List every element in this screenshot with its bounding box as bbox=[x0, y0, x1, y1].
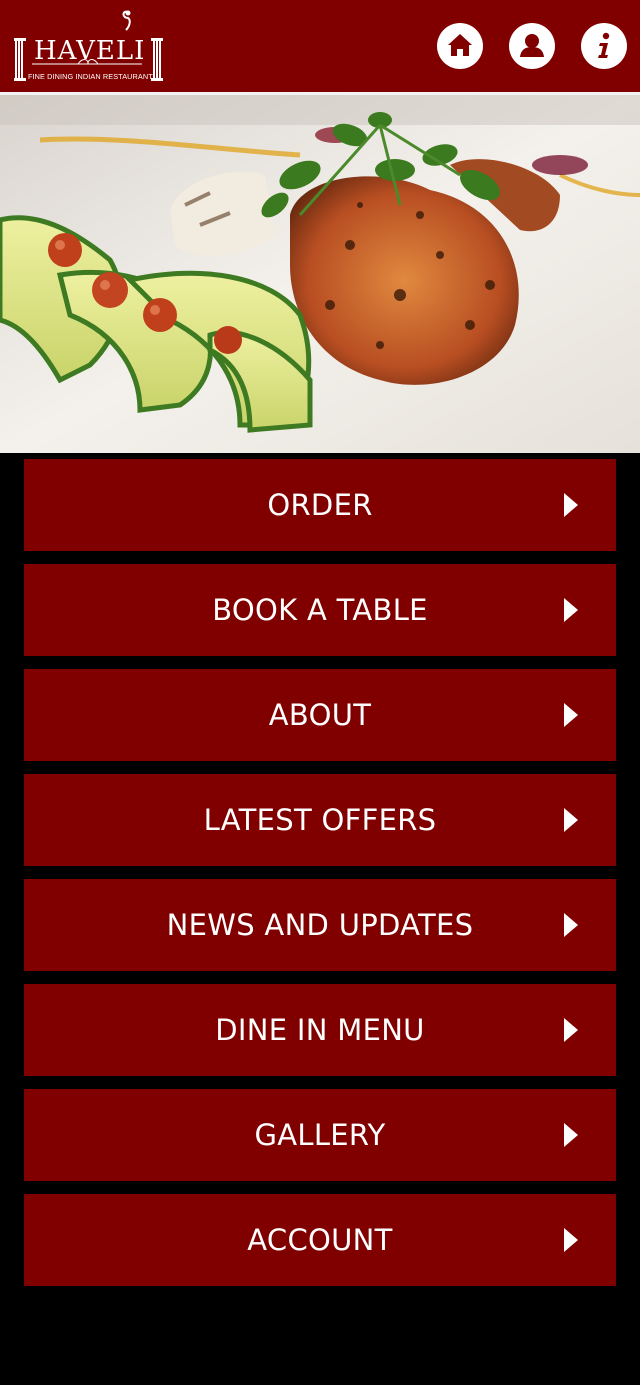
menu-item-news-and-updates[interactable]: NEWS AND UPDATES bbox=[24, 879, 616, 971]
chevron-right-icon bbox=[564, 493, 578, 517]
chevron-right-icon bbox=[564, 913, 578, 937]
hero-food-image bbox=[0, 95, 640, 453]
chevron-right-icon bbox=[564, 1018, 578, 1042]
chevron-right-icon bbox=[564, 1123, 578, 1147]
main-menu: ORDER BOOK A TABLE ABOUT LATEST OFFERS N… bbox=[24, 459, 616, 1299]
menu-item-account[interactable]: ACCOUNT bbox=[24, 1194, 616, 1286]
menu-item-label: GALLERY bbox=[254, 1118, 386, 1152]
menu-item-latest-offers[interactable]: LATEST OFFERS bbox=[24, 774, 616, 866]
info-icon[interactable] bbox=[581, 23, 627, 69]
menu-item-dine-in-menu[interactable]: DINE IN MENU bbox=[24, 984, 616, 1076]
chevron-right-icon bbox=[564, 808, 578, 832]
logo-tagline: FINE DINING INDIAN RESTAURANT bbox=[28, 72, 153, 81]
menu-item-book-a-table[interactable]: BOOK A TABLE bbox=[24, 564, 616, 656]
haveli-logo[interactable]: HAVELI FINE DINING INDIAN RESTAURANT bbox=[12, 8, 166, 84]
home-icon[interactable] bbox=[437, 23, 483, 69]
chevron-right-icon bbox=[564, 1228, 578, 1252]
chevron-right-icon bbox=[564, 703, 578, 727]
menu-item-label: ABOUT bbox=[268, 698, 372, 732]
menu-item-label: ORDER bbox=[267, 488, 373, 522]
menu-item-about[interactable]: ABOUT bbox=[24, 669, 616, 761]
chevron-right-icon bbox=[564, 598, 578, 622]
menu-item-label: NEWS AND UPDATES bbox=[166, 908, 474, 942]
menu-item-label: DINE IN MENU bbox=[215, 1013, 425, 1047]
menu-item-label: BOOK A TABLE bbox=[212, 593, 428, 627]
menu-item-label: LATEST OFFERS bbox=[203, 803, 437, 837]
menu-item-order[interactable]: ORDER bbox=[24, 459, 616, 551]
user-icon[interactable] bbox=[509, 23, 555, 69]
menu-item-label: ACCOUNT bbox=[247, 1223, 393, 1257]
menu-item-gallery[interactable]: GALLERY bbox=[24, 1089, 616, 1181]
logo-wordmark: HAVELI bbox=[34, 36, 146, 66]
app-header: HAVELI FINE DINING INDIAN RESTAURANT bbox=[0, 0, 640, 92]
